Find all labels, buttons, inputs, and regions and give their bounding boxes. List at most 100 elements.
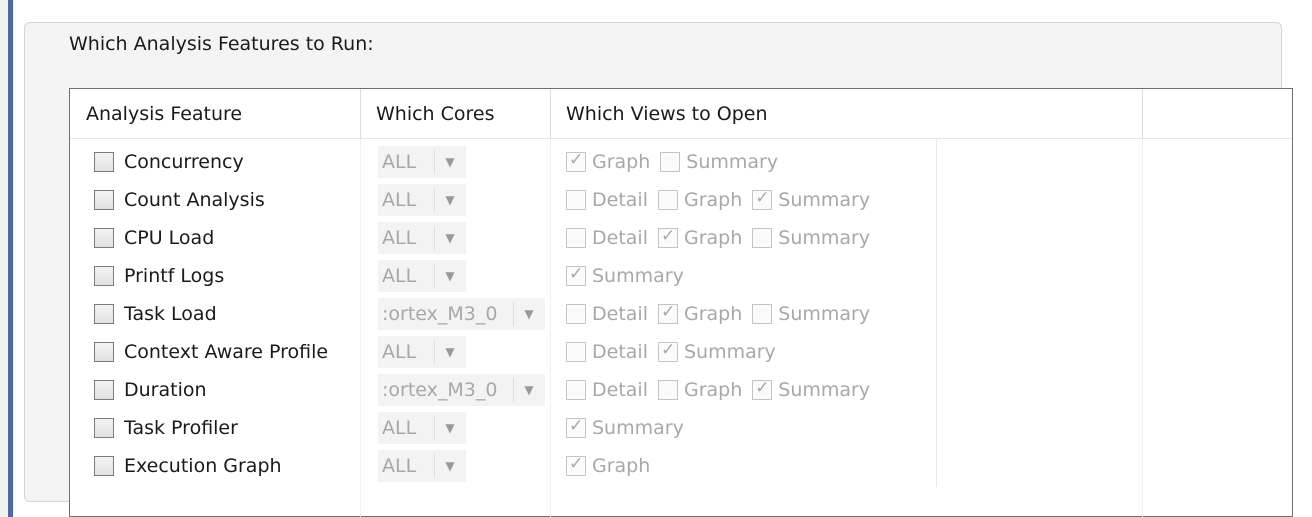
feature-checkbox[interactable] <box>94 418 114 438</box>
cores-dropdown[interactable]: ALL ▼ <box>378 184 466 216</box>
cores-dropdown-value: :ortex_M3_0 <box>382 379 498 401</box>
view-checkbox[interactable] <box>657 226 678 248</box>
view-checkbox[interactable] <box>657 380 678 400</box>
cores-dropdown[interactable]: ALL ▼ <box>378 336 466 368</box>
view-option[interactable]: Summary <box>660 151 778 173</box>
cores-cell: ALL ▼ <box>378 333 466 371</box>
cores-dropdown[interactable]: ALL ▼ <box>378 412 466 444</box>
column-header-views[interactable]: Which Views to Open <box>550 89 768 139</box>
view-option[interactable]: Summary <box>752 378 871 401</box>
views-cell: Summary <box>566 409 694 447</box>
view-option[interactable]: Summary <box>752 188 871 211</box>
feature-checkbox[interactable] <box>94 228 114 248</box>
view-checkbox[interactable] <box>566 380 586 400</box>
feature-checkbox[interactable] <box>94 190 114 210</box>
view-checkbox[interactable] <box>566 304 586 324</box>
view-checkbox[interactable] <box>566 190 586 210</box>
view-checkbox[interactable] <box>566 228 586 248</box>
cores-dropdown-value: ALL <box>382 189 417 211</box>
feature-label: Printf Logs <box>124 265 225 287</box>
table-header: Analysis Feature Which Cores Which Views… <box>70 89 1292 139</box>
feature-label: Duration <box>124 379 207 401</box>
cores-dropdown-value: ALL <box>382 417 417 439</box>
view-option[interactable]: Summary <box>752 303 870 325</box>
view-option[interactable]: Detail <box>566 341 648 363</box>
feature-cell: CPU Load <box>94 219 214 257</box>
table-row: Concurrency ALL ▼ Graph Summary <box>70 143 1292 181</box>
feature-checkbox[interactable] <box>94 342 114 362</box>
feature-checkbox[interactable] <box>94 266 114 286</box>
chevron-down-icon: ▼ <box>434 146 466 178</box>
view-checkbox[interactable] <box>657 302 678 324</box>
feature-checkbox[interactable] <box>94 380 114 400</box>
feature-checkbox[interactable] <box>94 304 114 324</box>
feature-cell: Concurrency <box>94 143 244 181</box>
view-checkbox[interactable] <box>752 304 773 324</box>
column-header-cores[interactable]: Which Cores <box>360 89 495 139</box>
view-option[interactable]: Graph <box>657 379 742 401</box>
view-option[interactable]: Summary <box>566 264 684 287</box>
feature-cell: Context Aware Profile <box>94 333 328 371</box>
views-cell: Detail Graph Summary <box>566 295 880 333</box>
view-option[interactable]: Graph <box>657 189 743 211</box>
view-option-label: Summary <box>778 189 871 211</box>
column-header-feature[interactable]: Analysis Feature <box>70 89 242 139</box>
cores-cell: :ortex_M3_0 ▼ <box>378 295 545 333</box>
feature-cell: Task Profiler <box>94 409 238 447</box>
view-option[interactable]: Graph <box>657 226 743 249</box>
view-checkbox[interactable] <box>566 150 586 172</box>
view-option-label: Summary <box>778 379 871 401</box>
view-checkbox[interactable] <box>566 416 586 438</box>
feature-cell: Count Analysis <box>94 181 265 219</box>
view-option[interactable]: Summary <box>752 227 870 249</box>
views-cell: Detail Graph Summary <box>566 371 880 409</box>
cores-dropdown-value: ALL <box>382 341 417 363</box>
cores-dropdown[interactable]: :ortex_M3_0 ▼ <box>378 374 545 406</box>
column-divider <box>1142 89 1143 139</box>
table-row: Printf Logs ALL ▼ Summary <box>70 257 1292 295</box>
view-option[interactable]: Graph <box>566 150 651 173</box>
cores-cell: ALL ▼ <box>378 257 466 295</box>
feature-cell: Task Load <box>94 295 217 333</box>
cores-cell: :ortex_M3_0 ▼ <box>378 371 545 409</box>
feature-label: Task Profiler <box>124 417 238 439</box>
view-checkbox[interactable] <box>566 342 586 362</box>
view-checkbox[interactable] <box>657 340 678 362</box>
cores-dropdown[interactable]: ALL ▼ <box>378 260 466 292</box>
chevron-down-icon: ▼ <box>434 222 466 254</box>
view-checkbox[interactable] <box>657 190 678 210</box>
view-option[interactable]: Detail <box>566 189 648 211</box>
view-checkbox[interactable] <box>566 454 586 476</box>
view-option[interactable]: Detail <box>566 227 648 249</box>
view-checkbox[interactable] <box>566 264 586 286</box>
view-option[interactable]: Graph <box>657 302 742 325</box>
table-row: Context Aware Profile ALL ▼ Detail Summary <box>70 333 1292 371</box>
view-option[interactable]: Summary <box>657 340 776 363</box>
feature-checkbox[interactable] <box>94 152 114 172</box>
view-option[interactable]: Detail <box>566 379 648 401</box>
chevron-down-icon: ▼ <box>434 336 466 368</box>
view-checkbox[interactable] <box>752 228 773 248</box>
view-checkbox[interactable] <box>752 378 773 400</box>
cores-dropdown[interactable]: ALL ▼ <box>378 222 466 254</box>
view-option[interactable]: Summary <box>566 416 684 439</box>
view-option-label: Summary <box>592 265 684 287</box>
cores-dropdown[interactable]: :ortex_M3_0 ▼ <box>378 298 545 330</box>
feature-label: Execution Graph <box>124 455 282 477</box>
view-option-label: Summary <box>778 303 871 325</box>
view-option[interactable]: Detail <box>566 303 648 325</box>
views-cell: Graph Summary <box>566 143 788 181</box>
view-option-label: Detail <box>592 341 648 363</box>
column-divider <box>360 89 361 139</box>
view-checkbox[interactable] <box>752 188 773 210</box>
view-checkbox[interactable] <box>660 152 681 172</box>
feature-label: Count Analysis <box>124 189 265 211</box>
view-option[interactable]: Graph <box>566 454 650 477</box>
view-option-label: Graph <box>683 189 743 211</box>
cores-dropdown[interactable]: ALL ▼ <box>378 146 466 178</box>
view-option-label: Graph <box>592 151 651 173</box>
table-row: Duration :ortex_M3_0 ▼ Detail Graph Summary <box>70 371 1292 409</box>
feature-checkbox[interactable] <box>94 456 114 476</box>
cores-dropdown[interactable]: ALL ▼ <box>378 450 466 482</box>
view-option-label: Graph <box>683 227 743 249</box>
